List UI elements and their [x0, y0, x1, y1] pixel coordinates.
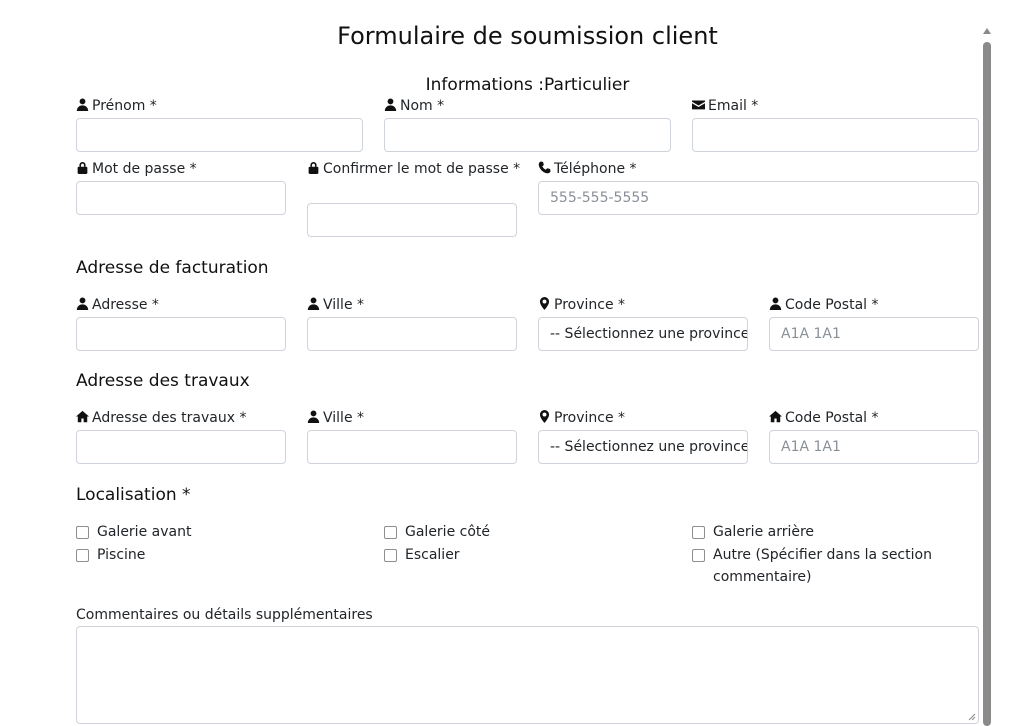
works-postal-label: Code Postal * — [769, 407, 879, 429]
checkbox-label: Galerie côté — [405, 524, 491, 540]
phone-input[interactable] — [538, 181, 979, 215]
scrollbar-thumb[interactable] — [983, 42, 991, 726]
comments-textarea[interactable] — [76, 626, 979, 724]
password-label-text: Mot de passe * — [92, 161, 197, 177]
page-title: Formulaire de soumission client — [337, 22, 718, 50]
envelope-icon — [692, 98, 705, 111]
works-heading: Adresse des travaux — [76, 371, 250, 391]
works-city-label: Ville * — [307, 407, 364, 429]
works-postal-input[interactable] — [769, 430, 979, 464]
checkbox-label: Galerie avant — [97, 524, 192, 540]
checkbox-galerie-cote[interactable]: Galerie côté — [384, 521, 664, 543]
billing-postal-input[interactable] — [769, 317, 979, 351]
confirm-password-label-text: Confirmer le mot de passe * — [323, 161, 521, 177]
prenom-label-text: Prénom * — [92, 98, 157, 114]
prenom-input[interactable] — [76, 118, 363, 152]
phone-label: Téléphone * — [538, 158, 637, 180]
billing-city-label: Ville * — [307, 294, 364, 316]
checkbox-galerie-arriere[interactable]: Galerie arrière — [692, 521, 972, 543]
billing-postal-label: Code Postal * — [769, 294, 879, 316]
location-heading: Localisation * — [76, 485, 191, 505]
billing-city-label-text: Ville * — [323, 297, 365, 313]
home-icon — [769, 410, 782, 423]
billing-province-label-text: Province * — [554, 297, 626, 313]
works-address-label-text: Adresse des travaux * — [92, 410, 247, 426]
user-icon — [76, 98, 89, 111]
password-input[interactable] — [76, 181, 286, 215]
billing-postal-label-text: Code Postal * — [785, 297, 879, 313]
confirm-password-input[interactable] — [307, 203, 517, 237]
prenom-label: Prénom * — [76, 95, 157, 117]
works-province-label-text: Province * — [554, 410, 626, 426]
billing-address-input[interactable] — [76, 317, 286, 351]
confirm-password-label: Confirmer le mot de passe * — [307, 158, 522, 180]
nom-label-text: Nom * — [400, 98, 445, 114]
nom-input[interactable] — [384, 118, 671, 152]
checkbox-galerie-avant[interactable]: Galerie avant — [76, 521, 356, 543]
checkbox-piscine[interactable]: Piscine — [76, 544, 356, 566]
checkbox-box[interactable] — [76, 526, 89, 539]
user-icon — [384, 98, 397, 111]
billing-province-label: Province * — [538, 294, 625, 316]
map-marker-icon — [538, 410, 551, 423]
works-city-input[interactable] — [307, 430, 517, 464]
billing-address-label-text: Adresse * — [92, 297, 159, 313]
resize-grip-icon[interactable] — [967, 712, 976, 721]
checkbox-box[interactable] — [384, 549, 397, 562]
user-icon — [769, 297, 782, 310]
checkbox-box[interactable] — [692, 549, 705, 562]
checkbox-label: Piscine — [97, 547, 146, 563]
works-postal-label-text: Code Postal * — [785, 410, 879, 426]
works-province-label: Province * — [538, 407, 625, 429]
works-address-label: Adresse des travaux * — [76, 407, 246, 429]
lock-icon — [76, 161, 89, 174]
home-icon — [76, 410, 89, 423]
checkbox-box[interactable] — [384, 526, 397, 539]
billing-heading: Adresse de facturation — [76, 258, 269, 278]
submission-form: Formulaire de soumission client Informat… — [0, 0, 1033, 726]
checkbox-box[interactable] — [692, 526, 705, 539]
billing-province-select[interactable]: -- Sélectionnez une province -- — [538, 317, 748, 351]
works-address-input[interactable] — [76, 430, 286, 464]
checkbox-label: Galerie arrière — [713, 524, 815, 540]
checkbox-autre[interactable]: Autre (Spécifier dans la section comment… — [692, 544, 954, 588]
comments-label: Commentaires ou détails supplémentaires — [76, 607, 373, 623]
phone-icon — [538, 161, 551, 174]
nom-label: Nom * — [384, 95, 444, 117]
email-input[interactable] — [692, 118, 979, 152]
user-icon — [307, 297, 320, 310]
email-label-text: Email * — [708, 98, 759, 114]
user-icon — [76, 297, 89, 310]
checkbox-box[interactable] — [76, 549, 89, 562]
scroll-up-arrow-icon[interactable] — [983, 28, 991, 34]
password-label: Mot de passe * — [76, 158, 197, 180]
form-subtitle: Informations :Particulier — [425, 75, 630, 95]
works-city-label-text: Ville * — [323, 410, 365, 426]
checkbox-label: Autre (Spécifier dans la section comment… — [713, 547, 932, 585]
map-marker-icon — [538, 297, 551, 310]
checkbox-escalier[interactable]: Escalier — [384, 544, 664, 566]
billing-address-label: Adresse * — [76, 294, 159, 316]
phone-label-text: Téléphone * — [554, 161, 637, 177]
user-icon — [307, 410, 320, 423]
checkbox-label: Escalier — [405, 547, 460, 563]
email-label: Email * — [692, 95, 758, 117]
billing-city-input[interactable] — [307, 317, 517, 351]
lock-icon — [307, 161, 320, 174]
works-province-select[interactable]: -- Sélectionnez une province -- — [538, 430, 748, 464]
